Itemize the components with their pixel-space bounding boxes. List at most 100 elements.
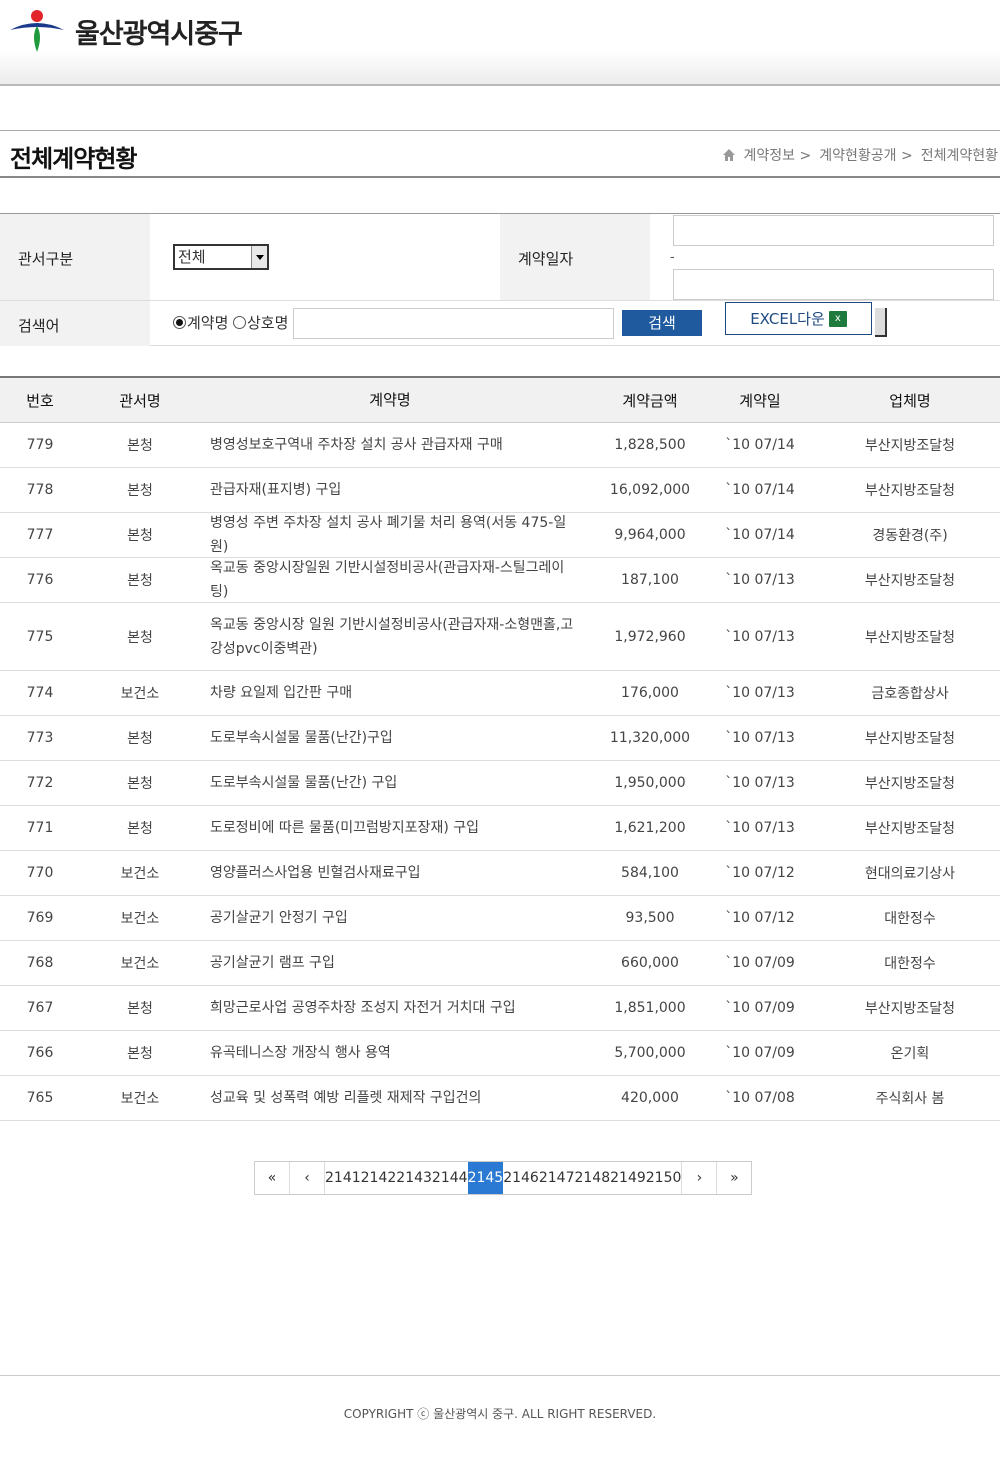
scroll-handle[interactable] [875, 308, 887, 337]
cell-contract-name[interactable]: 공기살균기 램프 구입 [200, 941, 600, 985]
page-number[interactable]: 2148 [574, 1162, 611, 1194]
cell-contract-name[interactable]: 관급자재(표지병) 구입 [200, 468, 600, 512]
dept-label: 관서구분 [18, 250, 74, 268]
excel-download-label: EXCEL다운 [750, 310, 825, 328]
cell-contract-name[interactable]: 병영성보호구역내 주차장 설치 공사 관급자재 구매 [200, 423, 600, 467]
radio-contract-name[interactable]: 계약명 [173, 312, 228, 333]
cell-office: 본청 [127, 528, 153, 544]
radio-checked-icon[interactable] [173, 316, 186, 329]
cell-date: `10 07/12 [725, 865, 795, 881]
radio-unchecked-icon[interactable] [233, 316, 246, 329]
last-page-button[interactable]: » [716, 1162, 752, 1194]
cell-company: 부산지방조달청 [864, 1001, 956, 1017]
contract-table: 번호 관서명 계약명 계약금액 계약일 업체명 779 본청 병영성보호구역내 주차… [0, 376, 1000, 1121]
breadcrumb-item-contract-disclosure[interactable]: 계약현황공개 > [819, 145, 912, 165]
cell-date: `10 07/13 [725, 572, 795, 588]
page-number[interactable]: 2143 [396, 1162, 432, 1194]
prev-page-button[interactable]: ‹ [290, 1162, 325, 1194]
cell-date: `10 07/14 [725, 527, 795, 543]
excel-icon: x [828, 310, 847, 327]
cell-office: 본청 [127, 776, 153, 792]
cell-company: 현대의료기상사 [864, 866, 956, 882]
page-number[interactable]: 2150 [645, 1162, 682, 1194]
search-row-dept-date: 관서구분 전체 계약일자 - [0, 214, 1000, 301]
cell-contract-name[interactable]: 영양플러스사업용 빈혈검사재료구입 [200, 851, 600, 895]
first-page-button[interactable]: « [255, 1162, 290, 1194]
table-row: 769 보건소 공기살균기 안정기 구입 93,500 `10 07/12 대한정수 [0, 896, 1000, 941]
cell-contract-name[interactable]: 병영성 주변 주차장 설치 공사 폐기물 처리 용역(서동 475-일원) [200, 513, 600, 557]
district-logo-icon[interactable] [8, 8, 68, 54]
cell-company: 경동환경(주) [872, 528, 948, 544]
site-header: 울산광역시중구 [0, 0, 1000, 86]
cell-contract-name[interactable]: 도로정비에 따른 물품(미끄럼방지포장재) 구입 [200, 806, 600, 850]
page-number[interactable]: 2141 [325, 1162, 361, 1194]
cell-company: 부산지방조달청 [864, 821, 956, 837]
cell-amount: 11,320,000 [609, 730, 691, 746]
keyword-input[interactable] [293, 308, 614, 339]
cell-number: 771 [26, 820, 54, 836]
cell-amount: 1,972,960 [614, 628, 686, 645]
page-number[interactable]: 2149 [610, 1162, 646, 1194]
cell-contract-name[interactable]: 도로부속시설물 물품(난간) 구입 [200, 761, 600, 805]
cell-date: `10 07/13 [725, 775, 795, 791]
cell-contract-name[interactable]: 옥교동 중앙시장일원 기반시설정비공사(관급자재-스틸그레이팅) [200, 558, 600, 602]
dept-label-cell: 관서구분 [0, 214, 150, 300]
site-name[interactable]: 울산광역시중구 [75, 12, 243, 51]
cell-contract-name[interactable]: 희망근로사업 공영주차장 조성지 자전거 거치대 구입 [200, 986, 600, 1030]
date-start-input[interactable] [673, 215, 994, 246]
cell-number: 779 [26, 437, 54, 453]
table-row: 779 본청 병영성보호구역내 주차장 설치 공사 관급자재 구매 1,828,500… [0, 423, 1000, 468]
page-number[interactable]: 2147 [538, 1162, 575, 1194]
breadcrumb-item-contract-info[interactable]: 계약정보 > [744, 145, 812, 165]
cell-company: 부산지방조달청 [864, 438, 956, 454]
cell-company: 부산지방조달청 [864, 629, 956, 646]
excel-download-button[interactable]: EXCEL다운 x [725, 302, 872, 335]
table-header: 번호 관서명 계약명 계약금액 계약일 업체명 [0, 378, 1000, 423]
next-page-button[interactable]: › [681, 1162, 717, 1194]
cell-contract-name[interactable]: 옥교동 중앙시장 일원 기반시설정비공사(관급자재-소형맨홀,고강성pvc이중벽… [200, 603, 600, 670]
date-end-input[interactable] [673, 269, 994, 300]
title-bar: 전체계약현황 계약정보 > 계약현황공개 > 전체계약현황 [0, 130, 1000, 178]
cell-number: 772 [26, 775, 54, 791]
cell-company: 금호종합상사 [871, 686, 949, 702]
table-row: 777 본청 병영성 주변 주차장 설치 공사 폐기물 처리 용역(서동 475-일… [0, 513, 1000, 558]
chevron-down-icon[interactable] [251, 246, 267, 268]
cell-number: 770 [26, 865, 54, 881]
cell-number: 778 [26, 482, 54, 498]
cell-amount: 1,828,500 [614, 437, 686, 453]
cell-company: 대한정수 [884, 911, 936, 927]
cell-number: 769 [26, 910, 54, 926]
cell-contract-name[interactable]: 유곡테니스장 개장식 행사 용역 [200, 1031, 600, 1075]
cell-office: 보건소 [120, 911, 160, 927]
cell-contract-name[interactable]: 도로부속시설물 물품(난간)구입 [200, 716, 600, 760]
cell-contract-name[interactable]: 공기살균기 안정기 구입 [200, 896, 600, 940]
cell-office: 본청 [127, 573, 153, 589]
radio-company-name[interactable]: 상호명 [233, 312, 288, 333]
cell-date: `10 07/13 [725, 628, 795, 645]
cell-office: 보건소 [120, 956, 160, 972]
cell-office: 보건소 [120, 686, 160, 702]
col-header-company: 업체명 [889, 391, 931, 410]
page-number-current[interactable]: 2145 [467, 1162, 504, 1194]
cell-amount: 93,500 [625, 910, 675, 926]
cell-company: 부산지방조달청 [864, 483, 956, 499]
page-number[interactable]: 2144 [431, 1162, 468, 1194]
keyword-label: 검색어 [18, 317, 60, 335]
dept-select[interactable]: 전체 [173, 244, 269, 270]
cell-contract-name[interactable]: 성교육 및 성폭력 예방 리플렛 재제작 구입건의 [200, 1076, 600, 1120]
table-body: 779 본청 병영성보호구역내 주차장 설치 공사 관급자재 구매 1,828,500… [0, 423, 1000, 1121]
cell-contract-name[interactable]: 차량 요일제 입간판 구매 [200, 671, 600, 715]
page-title: 전체계약현황 [10, 145, 137, 173]
page-number[interactable]: 2146 [503, 1162, 539, 1194]
search-button[interactable]: 검색 [622, 310, 702, 336]
cell-number: 768 [26, 955, 54, 971]
dept-select-value: 전체 [178, 248, 206, 266]
cell-amount: 420,000 [621, 1090, 679, 1106]
breadcrumb-item-all-contracts[interactable]: 전체계약현황 [921, 145, 998, 165]
home-icon[interactable] [722, 148, 736, 162]
cell-office: 본청 [127, 483, 153, 499]
cell-date: `10 07/08 [725, 1090, 795, 1106]
table-row: 766 본청 유곡테니스장 개장식 행사 용역 5,700,000 `10 07/09 온… [0, 1031, 1000, 1076]
page-number[interactable]: 2142 [360, 1162, 397, 1194]
cell-date: `10 07/09 [725, 1045, 795, 1061]
